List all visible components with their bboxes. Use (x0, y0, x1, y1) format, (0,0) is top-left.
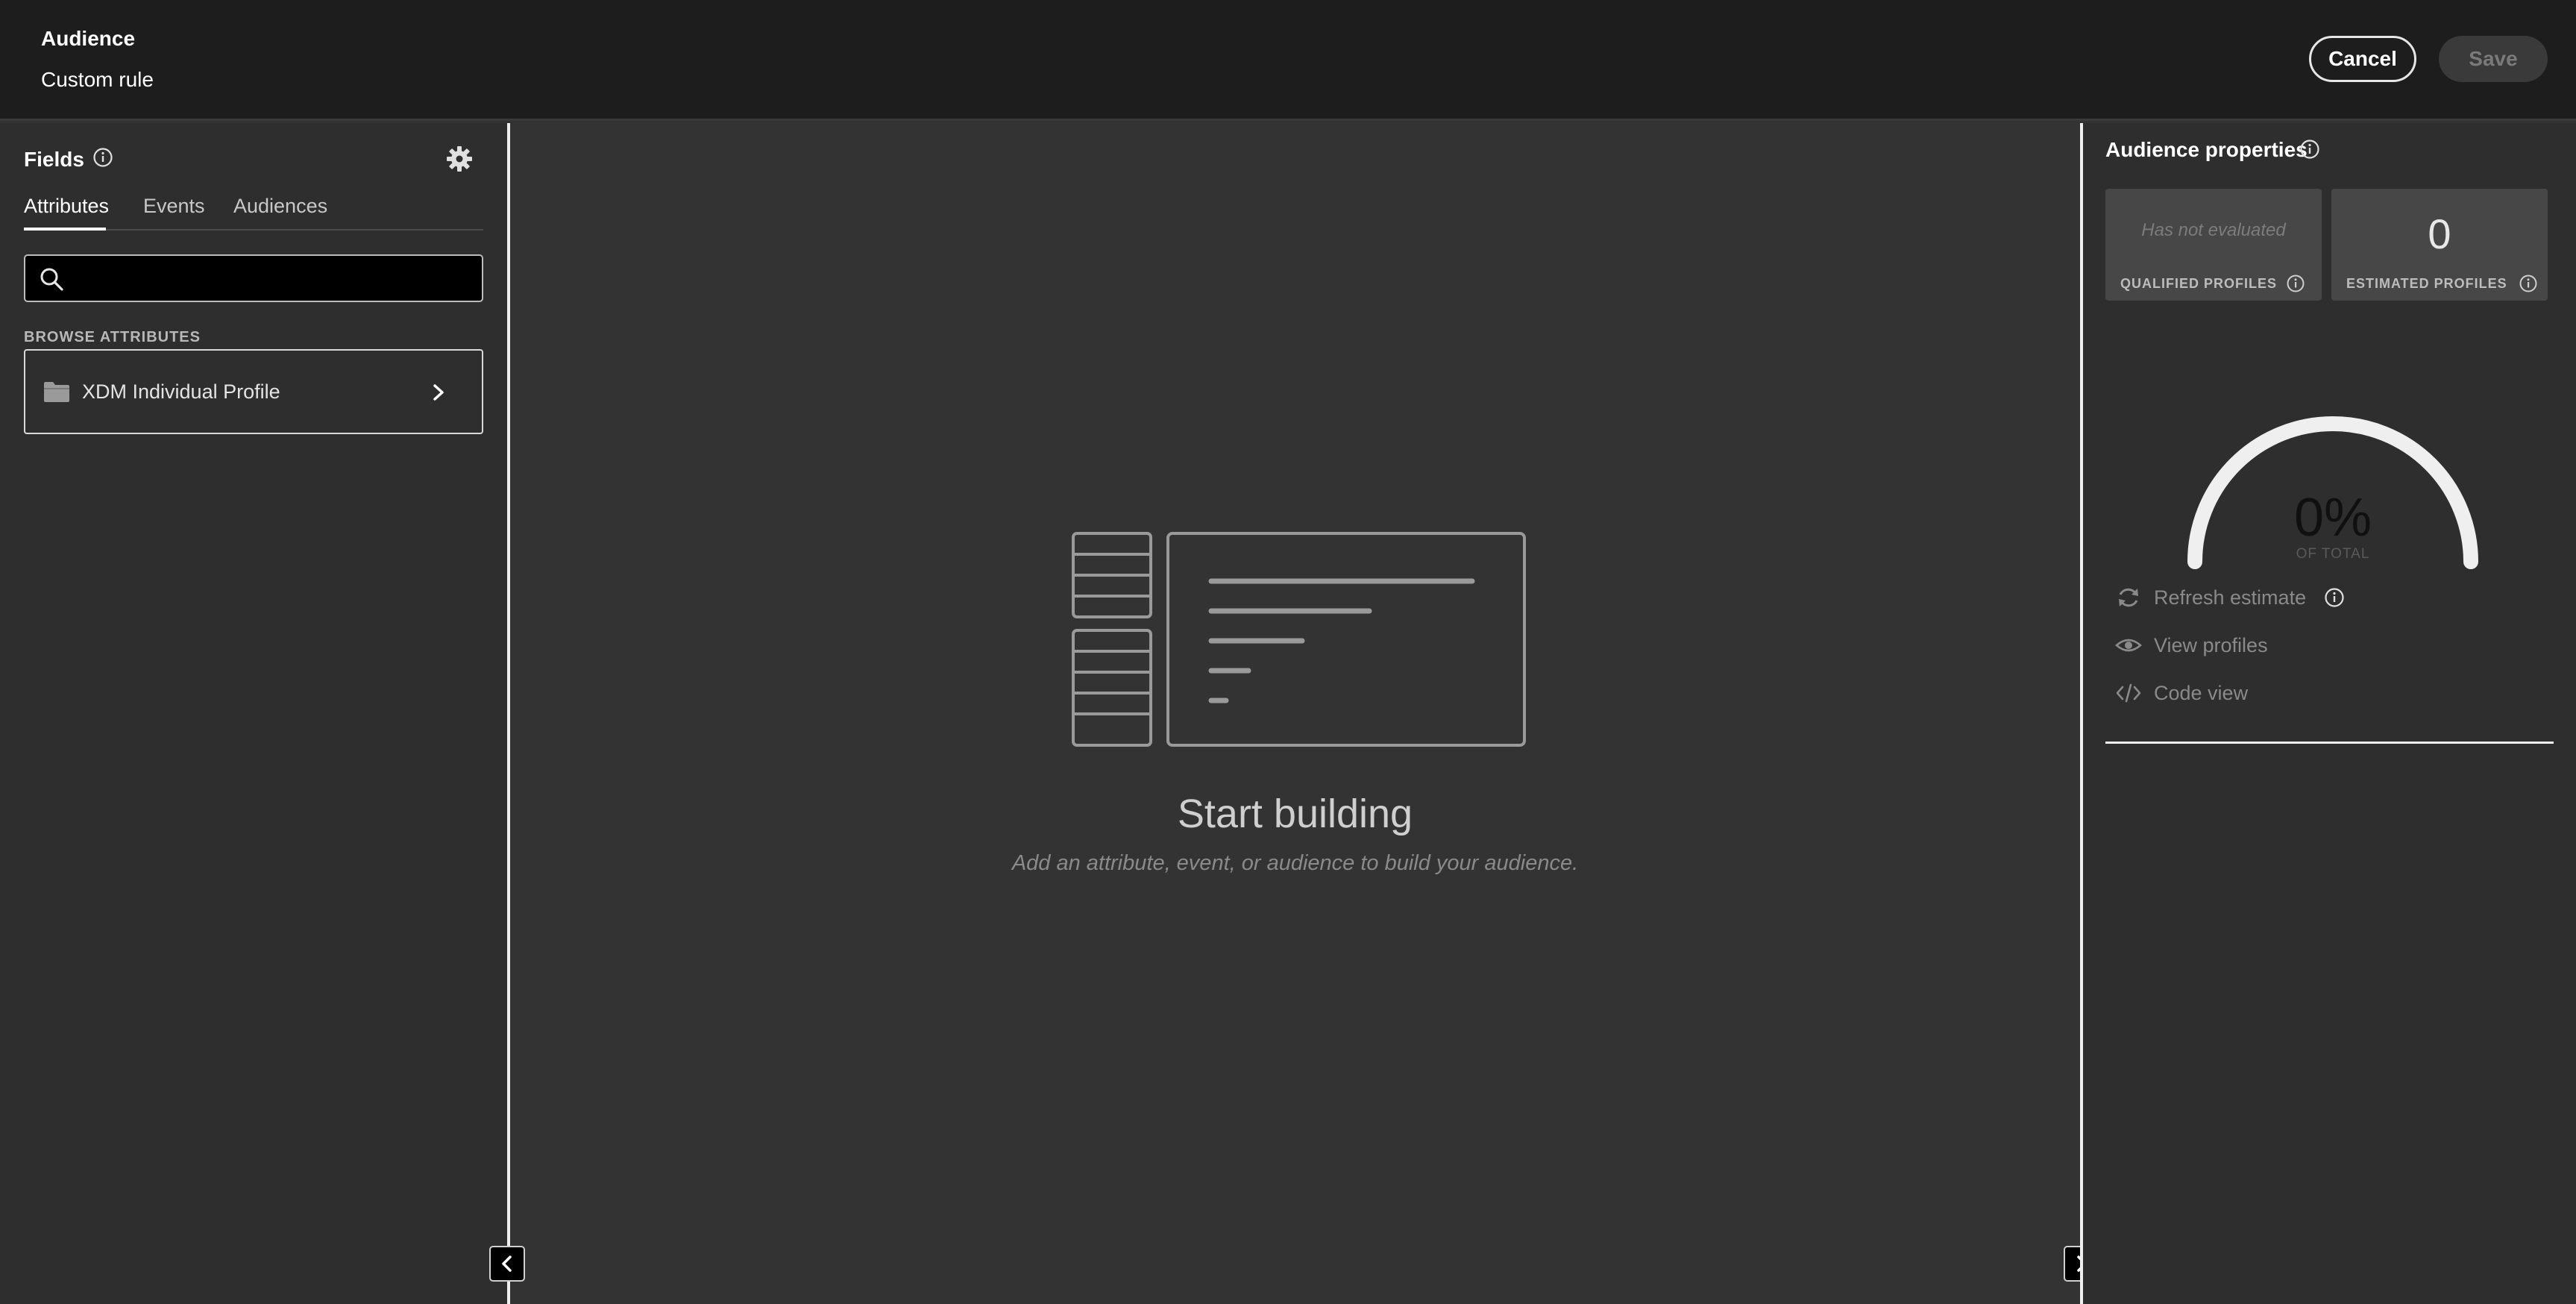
info-icon[interactable] (2299, 139, 2320, 160)
fields-title: Fields (24, 148, 84, 171)
estimated-profiles-value: 0 (2428, 210, 2451, 257)
estimated-profiles-card: 0 ESTIMATED PROFILES (2331, 189, 2548, 301)
refresh-icon (2119, 588, 2138, 607)
info-icon[interactable] (2324, 587, 2345, 608)
audience-properties-panel: Audience properties Has not evaluated QU… (2083, 123, 2576, 1304)
code-icon (2116, 683, 2141, 703)
properties-title: Audience properties (2105, 138, 2308, 161)
rule-builder-canvas[interactable]: Start building Add an attribute, event, … (510, 123, 2080, 1304)
refresh-estimate-action[interactable]: Refresh estimate (2115, 583, 2413, 612)
empty-state-subtitle: Add an attribute, event, or audience to … (1011, 851, 1579, 875)
top-header: Audience Custom rule Cancel Save (0, 0, 2576, 121)
fields-tabs: Attributes Events Audiences (24, 195, 483, 231)
info-icon[interactable] (2286, 274, 2305, 293)
gear-icon[interactable] (444, 144, 474, 174)
code-view-label: Code view (2154, 682, 2249, 704)
gauge-sub-label: OF TOTAL (2296, 546, 2370, 562)
cancel-button[interactable]: Cancel (2309, 36, 2416, 82)
empty-state-illustration (1072, 532, 1526, 747)
view-profiles-label: View profiles (2154, 634, 2268, 656)
chevron-left-icon (502, 1256, 512, 1272)
active-tab-indicator (24, 228, 106, 231)
fields-panel: Fields Attributes Events Audiences BROWS… (0, 123, 507, 1304)
properties-divider (2105, 742, 2554, 744)
code-view-action[interactable]: Code view (2115, 678, 2413, 708)
refresh-estimate-label: Refresh estimate (2154, 586, 2307, 609)
qualified-profiles-label: QUALIFIED PROFILES (2120, 276, 2278, 291)
browse-item-label: XDM Individual Profile (82, 380, 280, 403)
page-title: Audience (41, 27, 136, 50)
chevron-right-icon (433, 384, 444, 401)
search-icon (40, 268, 63, 291)
browse-item-xdm-individual-profile[interactable]: XDM Individual Profile (24, 349, 483, 434)
tab-attributes[interactable]: Attributes (24, 195, 109, 218)
qualified-profiles-card: Has not evaluated QUALIFIED PROFILES (2105, 189, 2322, 301)
gauge-percent: 0% (2293, 488, 2372, 548)
info-icon[interactable] (92, 147, 113, 168)
tab-audiences[interactable]: Audiences (233, 195, 327, 218)
search-field[interactable] (24, 254, 483, 302)
eye-icon (2115, 639, 2142, 652)
folder-icon (44, 382, 69, 402)
browse-attributes-label: BROWSE ATTRIBUTES (24, 329, 201, 345)
search-input[interactable] (73, 262, 468, 295)
save-button[interactable]: Save (2439, 36, 2548, 82)
page-subtitle: Custom rule (41, 68, 154, 91)
qualified-profiles-value: Has not evaluated (2141, 220, 2286, 240)
view-profiles-action[interactable]: View profiles (2115, 630, 2413, 660)
tab-events[interactable]: Events (143, 195, 205, 218)
empty-state-title: Start building (1177, 792, 1413, 836)
info-icon[interactable] (2519, 274, 2538, 293)
collapse-left-panel-button[interactable] (489, 1246, 525, 1282)
estimated-profiles-label: ESTIMATED PROFILES (2346, 276, 2507, 291)
